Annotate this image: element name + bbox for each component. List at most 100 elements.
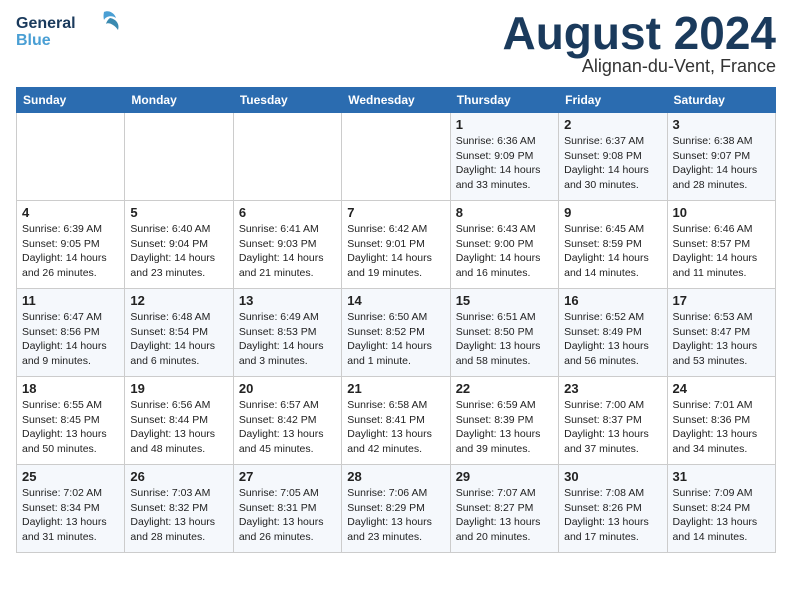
calendar-cell: 29Sunrise: 7:07 AM Sunset: 8:27 PM Dayli… bbox=[450, 465, 558, 553]
calendar-week-row: 18 Sunrise: 6:55 AM Sunset: 8:45 PM Dayli… bbox=[17, 377, 776, 465]
day-number: 26 bbox=[130, 469, 227, 484]
day-info: Sunrise: 6:58 AM Sunset: 8:41 PM Dayligh… bbox=[347, 398, 444, 457]
day-info: Sunrise: 6:51 AM Sunset: 8:50 PM Dayligh… bbox=[456, 310, 553, 369]
title-area: August 2024 Alignan-du-Vent, France bbox=[502, 10, 776, 77]
day-info: Sunrise: 6:53 AM Sunset: 8:47 PM Dayligh… bbox=[673, 310, 770, 369]
day-number: 7 bbox=[347, 205, 444, 220]
calendar-table: SundayMondayTuesdayWednesdayThursdayFrid… bbox=[16, 87, 776, 553]
weekday-header-sunday: Sunday bbox=[17, 88, 125, 113]
day-info: Sunrise: 6:47 AM Sunset: 8:56 PM Dayligh… bbox=[22, 310, 119, 369]
day-number: 21 bbox=[347, 381, 444, 396]
day-number: 29 bbox=[456, 469, 553, 484]
day-number: 5 bbox=[130, 205, 227, 220]
calendar-cell: 21 Sunrise: 6:58 AM Sunset: 8:41 PM Dayli… bbox=[342, 377, 450, 465]
day-number: 24 bbox=[673, 381, 770, 396]
calendar-cell bbox=[233, 113, 341, 201]
day-number: 22 bbox=[456, 381, 553, 396]
day-info: Sunrise: 7:00 AM Sunset: 8:37 PM Dayligh… bbox=[564, 398, 661, 457]
day-number: 18 bbox=[22, 381, 119, 396]
calendar-cell: 30 Sunrise: 7:08 AM Sunset: 8:26 PM Dayli… bbox=[559, 465, 667, 553]
day-number: 31 bbox=[673, 469, 770, 484]
calendar-cell: 5 Sunrise: 6:40 AM Sunset: 9:04 PM Daylig… bbox=[125, 201, 233, 289]
day-info: Sunrise: 6:38 AM Sunset: 9:07 PM Dayligh… bbox=[673, 134, 770, 193]
day-info: Sunrise: 7:09 AM Sunset: 8:24 PM Dayligh… bbox=[673, 486, 770, 545]
day-number: 16 bbox=[564, 293, 661, 308]
day-info: Sunrise: 7:05 AM Sunset: 8:31 PM Dayligh… bbox=[239, 486, 336, 545]
day-info: Sunrise: 6:36 AM Sunset: 9:09 PM Dayligh… bbox=[456, 134, 553, 193]
day-number: 27 bbox=[239, 469, 336, 484]
logo-container: General Blue bbox=[16, 10, 126, 50]
calendar-cell: 18 Sunrise: 6:55 AM Sunset: 8:45 PM Dayli… bbox=[17, 377, 125, 465]
day-number: 20 bbox=[239, 381, 336, 396]
calendar-cell: 20Sunrise: 6:57 AM Sunset: 8:42 PM Dayli… bbox=[233, 377, 341, 465]
day-number: 17 bbox=[673, 293, 770, 308]
day-number: 3 bbox=[673, 117, 770, 132]
calendar-cell: 4Sunrise: 6:39 AM Sunset: 9:05 PM Daylig… bbox=[17, 201, 125, 289]
day-info: Sunrise: 6:55 AM Sunset: 8:45 PM Dayligh… bbox=[22, 398, 119, 457]
logo: General Blue bbox=[16, 10, 126, 50]
day-number: 9 bbox=[564, 205, 661, 220]
calendar-cell: 2Sunrise: 6:37 AM Sunset: 9:08 PM Daylig… bbox=[559, 113, 667, 201]
day-info: Sunrise: 6:42 AM Sunset: 9:01 PM Dayligh… bbox=[347, 222, 444, 281]
calendar-cell: 1 Sunrise: 6:36 AM Sunset: 9:09 PM Daylig… bbox=[450, 113, 558, 201]
day-info: Sunrise: 6:46 AM Sunset: 8:57 PM Dayligh… bbox=[673, 222, 770, 281]
calendar-cell bbox=[125, 113, 233, 201]
calendar-cell: 16 Sunrise: 6:52 AM Sunset: 8:49 PM Dayli… bbox=[559, 289, 667, 377]
calendar-cell: 12 Sunrise: 6:48 AM Sunset: 8:54 PM Dayli… bbox=[125, 289, 233, 377]
day-info: Sunrise: 6:48 AM Sunset: 8:54 PM Dayligh… bbox=[130, 310, 227, 369]
page-header: General Blue August 2024 Alignan-du-Vent… bbox=[16, 0, 776, 77]
day-number: 13 bbox=[239, 293, 336, 308]
day-info: Sunrise: 6:50 AM Sunset: 8:52 PM Dayligh… bbox=[347, 310, 444, 369]
day-info: Sunrise: 6:52 AM Sunset: 8:49 PM Dayligh… bbox=[564, 310, 661, 369]
day-info: Sunrise: 6:43 AM Sunset: 9:00 PM Dayligh… bbox=[456, 222, 553, 281]
day-info: Sunrise: 6:59 AM Sunset: 8:39 PM Dayligh… bbox=[456, 398, 553, 457]
calendar-week-row: 11Sunrise: 6:47 AM Sunset: 8:56 PM Dayli… bbox=[17, 289, 776, 377]
day-number: 14 bbox=[347, 293, 444, 308]
day-number: 19 bbox=[130, 381, 227, 396]
weekday-header-tuesday: Tuesday bbox=[233, 88, 341, 113]
calendar-cell: 27 Sunrise: 7:05 AM Sunset: 8:31 PM Dayli… bbox=[233, 465, 341, 553]
calendar-cell: 26 Sunrise: 7:03 AM Sunset: 8:32 PM Dayli… bbox=[125, 465, 233, 553]
calendar-cell: 25Sunrise: 7:02 AM Sunset: 8:34 PM Dayli… bbox=[17, 465, 125, 553]
calendar-week-row: 25Sunrise: 7:02 AM Sunset: 8:34 PM Dayli… bbox=[17, 465, 776, 553]
day-info: Sunrise: 6:56 AM Sunset: 8:44 PM Dayligh… bbox=[130, 398, 227, 457]
calendar-cell: 28 Sunrise: 7:06 AM Sunset: 8:29 PM Dayli… bbox=[342, 465, 450, 553]
calendar-cell: 8 Sunrise: 6:43 AM Sunset: 9:00 PM Daylig… bbox=[450, 201, 558, 289]
calendar-cell: 9 Sunrise: 6:45 AM Sunset: 8:59 PM Daylig… bbox=[559, 201, 667, 289]
day-number: 15 bbox=[456, 293, 553, 308]
day-number: 2 bbox=[564, 117, 661, 132]
day-info: Sunrise: 7:01 AM Sunset: 8:36 PM Dayligh… bbox=[673, 398, 770, 457]
day-number: 23 bbox=[564, 381, 661, 396]
weekday-header-wednesday: Wednesday bbox=[342, 88, 450, 113]
day-info: Sunrise: 7:08 AM Sunset: 8:26 PM Dayligh… bbox=[564, 486, 661, 545]
day-number: 1 bbox=[456, 117, 553, 132]
day-info: Sunrise: 6:40 AM Sunset: 9:04 PM Dayligh… bbox=[130, 222, 227, 281]
month-title: August 2024 bbox=[502, 10, 776, 56]
day-info: Sunrise: 7:03 AM Sunset: 8:32 PM Dayligh… bbox=[130, 486, 227, 545]
calendar-cell: 3 Sunrise: 6:38 AM Sunset: 9:07 PM Daylig… bbox=[667, 113, 775, 201]
calendar-cell bbox=[342, 113, 450, 201]
day-number: 30 bbox=[564, 469, 661, 484]
day-info: Sunrise: 6:39 AM Sunset: 9:05 PM Dayligh… bbox=[22, 222, 119, 281]
calendar-cell: 7 Sunrise: 6:42 AM Sunset: 9:01 PM Daylig… bbox=[342, 201, 450, 289]
calendar-cell: 17 Sunrise: 6:53 AM Sunset: 8:47 PM Dayli… bbox=[667, 289, 775, 377]
calendar-cell: 15 Sunrise: 6:51 AM Sunset: 8:50 PM Dayli… bbox=[450, 289, 558, 377]
day-number: 10 bbox=[673, 205, 770, 220]
calendar-cell: 23 Sunrise: 7:00 AM Sunset: 8:37 PM Dayli… bbox=[559, 377, 667, 465]
day-info: Sunrise: 6:45 AM Sunset: 8:59 PM Dayligh… bbox=[564, 222, 661, 281]
calendar-cell: 10 Sunrise: 6:46 AM Sunset: 8:57 PM Dayli… bbox=[667, 201, 775, 289]
day-info: Sunrise: 6:41 AM Sunset: 9:03 PM Dayligh… bbox=[239, 222, 336, 281]
day-info: Sunrise: 7:06 AM Sunset: 8:29 PM Dayligh… bbox=[347, 486, 444, 545]
calendar-header-row: SundayMondayTuesdayWednesdayThursdayFrid… bbox=[17, 88, 776, 113]
calendar-cell: 24 Sunrise: 7:01 AM Sunset: 8:36 PM Dayli… bbox=[667, 377, 775, 465]
calendar-week-row: 4Sunrise: 6:39 AM Sunset: 9:05 PM Daylig… bbox=[17, 201, 776, 289]
calendar-cell: 31 Sunrise: 7:09 AM Sunset: 8:24 PM Dayli… bbox=[667, 465, 775, 553]
weekday-header-thursday: Thursday bbox=[450, 88, 558, 113]
day-info: Sunrise: 7:02 AM Sunset: 8:34 PM Dayligh… bbox=[22, 486, 119, 545]
day-number: 28 bbox=[347, 469, 444, 484]
day-number: 6 bbox=[239, 205, 336, 220]
day-number: 12 bbox=[130, 293, 227, 308]
calendar-cell: 6 Sunrise: 6:41 AM Sunset: 9:03 PM Daylig… bbox=[233, 201, 341, 289]
calendar-cell bbox=[17, 113, 125, 201]
day-number: 8 bbox=[456, 205, 553, 220]
